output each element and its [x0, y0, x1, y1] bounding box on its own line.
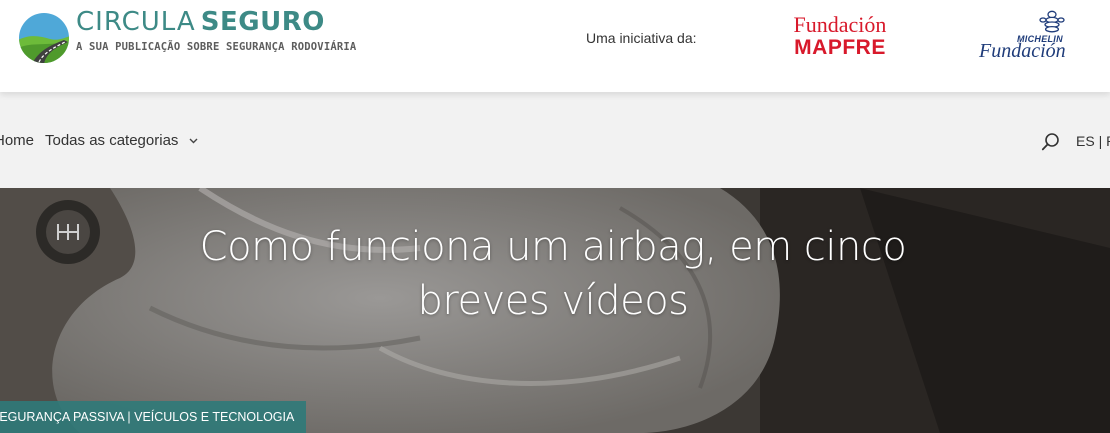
category-tag-text: SEGURANÇA PASSIVA | VEÍCULOS E TECNOLOGI… — [0, 410, 295, 424]
site-header: CIRCULA SEGURO A SUA PUBLICAÇÃO SOBRE SE… — [0, 0, 1110, 92]
michelin-fundacion-text: Fundación — [979, 40, 1066, 62]
article-title[interactable]: Como funciona um airbag, em cinco breves… — [140, 220, 966, 328]
initiative-label: Uma iniciativa da: — [586, 30, 697, 46]
road-globe-logo-icon — [19, 13, 69, 63]
partner-logo-mapfre[interactable]: Fundación MAPFRE — [778, 14, 902, 60]
language-switcher[interactable]: ES | P — [1076, 133, 1110, 149]
nav-home-link[interactable]: Home — [0, 132, 34, 149]
brand[interactable]: CIRCULA SEGURO A SUA PUBLICAÇÃO SOBRE SE… — [76, 9, 356, 53]
michelin-man-icon — [1039, 10, 1065, 33]
nav-categories-label: Todas as categorias — [45, 132, 179, 149]
featured-article-hero[interactable]: Como funciona um airbag, em cinco breves… — [0, 188, 1110, 433]
site-logo[interactable] — [18, 12, 70, 64]
mapfre-logo-line2: MAPFRE — [794, 36, 886, 59]
main-navigation: Home Todas as categorias ES | P — [0, 92, 1110, 188]
nav-categories-dropdown[interactable]: Todas as categorias — [45, 132, 198, 149]
brand-title-bold: SEGURO — [200, 7, 325, 37]
brand-tagline: A SUA PUBLICAÇÃO SOBRE SEGURANÇA RODOVIÁ… — [76, 41, 357, 53]
brand-title: CIRCULA SEGURO — [76, 9, 356, 35]
search-icon — [1041, 133, 1059, 151]
search-button[interactable] — [1041, 132, 1061, 152]
article-category-tag[interactable]: SEGURANÇA PASSIVA | VEÍCULOS E TECNOLOGI… — [0, 401, 307, 433]
chevron-down-icon — [189, 138, 198, 144]
partner-logo-michelin[interactable]: MICHELIN Fundación — [975, 10, 1081, 66]
mapfre-logo-line1: Fundación — [793, 12, 887, 37]
brand-title-light: CIRCULA — [76, 7, 196, 37]
